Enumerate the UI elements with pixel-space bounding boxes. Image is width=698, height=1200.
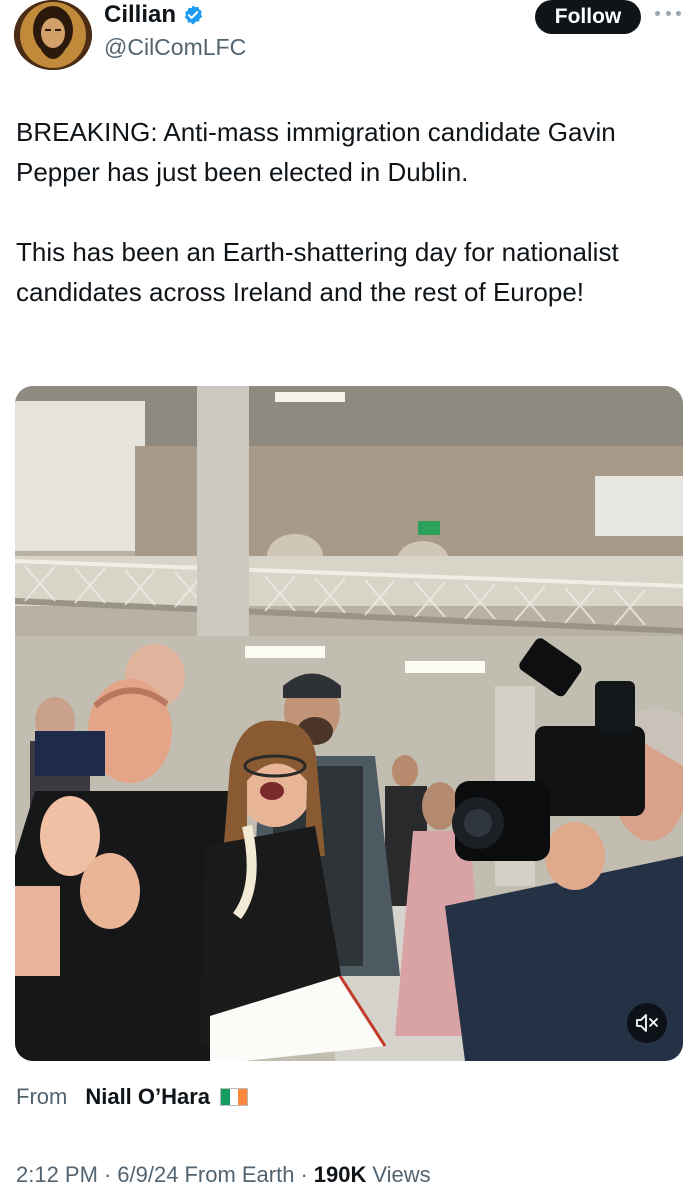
- more-options-icon[interactable]: [655, 8, 681, 18]
- ireland-flag-icon: [220, 1088, 249, 1106]
- views-count: 190K: [313, 1162, 367, 1187]
- tweet-header: Cillian @CilComLFC Follow: [0, 0, 698, 80]
- separator-dot: ·: [103, 1162, 112, 1187]
- tweet-date[interactable]: 6/9/24: [117, 1162, 178, 1188]
- tweet-paragraph-1: BREAKING: Anti-mass immigration candidat…: [16, 117, 616, 187]
- tweet-paragraph-2: This has been an Earth-shattering day fo…: [16, 237, 619, 307]
- display-name-row: Cillian: [104, 0, 246, 30]
- avatar[interactable]: [14, 0, 92, 70]
- video-player[interactable]: [15, 386, 683, 1061]
- tweet-metadata: 2:12 PM · 6/9/24 From Earth · 190K Views: [16, 1162, 431, 1188]
- tweet-text: BREAKING: Anti-mass immigration candidat…: [16, 112, 676, 312]
- video-frame: [15, 386, 683, 1061]
- video-source-attribution: From Niall O’Hara: [16, 1084, 249, 1110]
- from-label: From: [16, 1084, 68, 1109]
- muted-speaker-icon: [636, 1014, 658, 1032]
- separator-dot: ·: [300, 1162, 308, 1187]
- author-names: Cillian @CilComLFC: [104, 0, 246, 61]
- avatar-portrait-icon: [14, 0, 92, 70]
- user-handle[interactable]: @CilComLFC: [104, 34, 246, 61]
- verified-badge-icon: [184, 5, 203, 25]
- tweet-time[interactable]: 2:12 PM: [16, 1162, 98, 1188]
- tweet-source-app: From Earth: [184, 1162, 295, 1187]
- follow-button[interactable]: Follow: [535, 0, 641, 34]
- mute-button[interactable]: [627, 1003, 667, 1043]
- views-label: Views: [372, 1162, 431, 1187]
- source-author-name[interactable]: Niall O’Hara: [85, 1084, 210, 1110]
- display-name[interactable]: Cillian: [104, 1, 176, 29]
